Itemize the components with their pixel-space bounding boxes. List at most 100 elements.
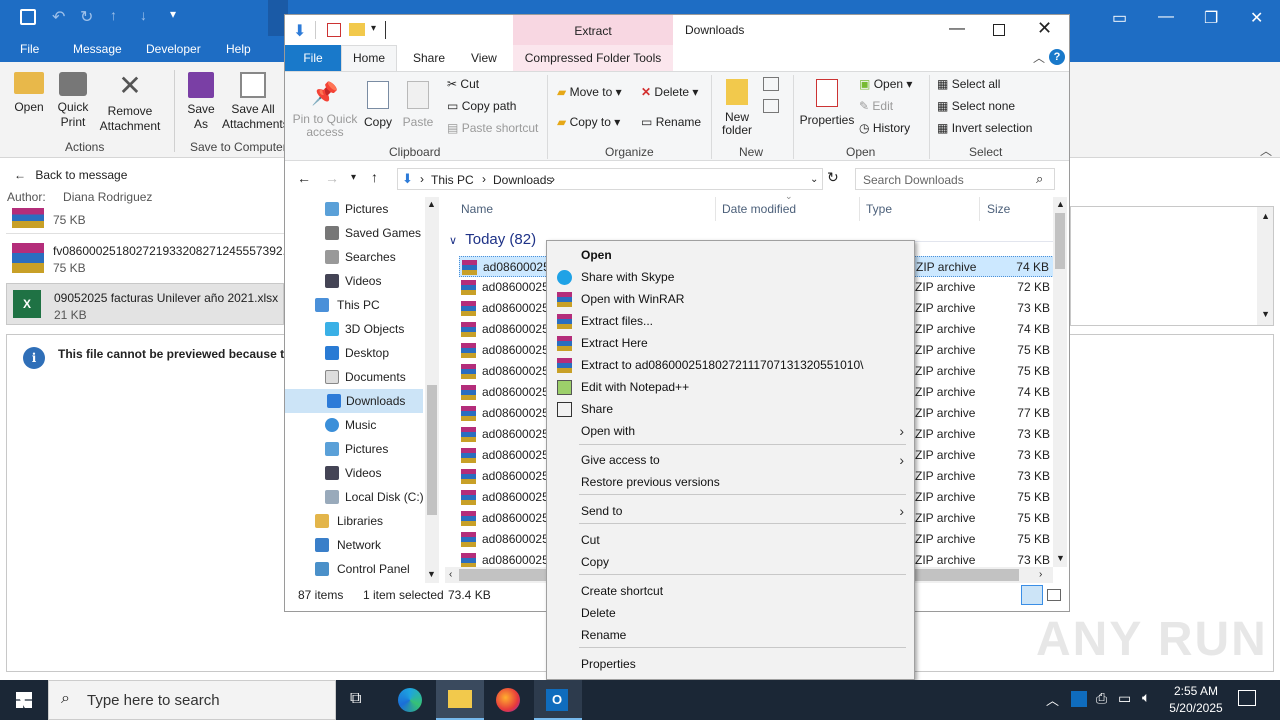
- scroll-down-icon[interactable]: ▼: [1056, 553, 1065, 563]
- nav-item[interactable]: Desktop: [325, 341, 465, 365]
- restore-icon[interactable]: ❐: [1204, 8, 1218, 28]
- nav-item[interactable]: Pictures: [325, 197, 465, 221]
- invert-selection-button[interactable]: ▦ Invert selection: [937, 121, 1032, 135]
- group-header-today[interactable]: ∨ Today (82): [449, 231, 536, 248]
- redo-icon[interactable]: ↻: [80, 7, 93, 27]
- menu-item-open[interactable]: Open: [547, 244, 914, 266]
- select-none-button[interactable]: ▦ Select none: [937, 99, 1015, 113]
- nav-item[interactable]: Music: [325, 413, 465, 437]
- ribbon-display-icon[interactable]: ▭: [1112, 8, 1127, 28]
- scroll-thumb[interactable]: [1055, 213, 1065, 269]
- easy-access-icon[interactable]: [763, 99, 779, 113]
- column-divider[interactable]: [715, 197, 716, 221]
- properties-icon[interactable]: [327, 23, 341, 37]
- chevron-up-icon[interactable]: ︿: [1046, 690, 1059, 709]
- file-list-scrollbar[interactable]: ▲ ▼: [1053, 197, 1067, 567]
- column-type[interactable]: Type: [866, 202, 892, 216]
- scroll-down-icon[interactable]: ▼: [1261, 309, 1270, 319]
- task-view-icon[interactable]: ⧉: [350, 690, 361, 708]
- tab-share[interactable]: Share: [413, 51, 445, 65]
- quick-print-button[interactable]: Quick Print: [52, 72, 94, 130]
- open-button[interactable]: ▣ Open ▾: [859, 77, 912, 91]
- menu-item-properties[interactable]: Properties: [547, 653, 914, 675]
- network-icon[interactable]: ▭: [1118, 690, 1131, 707]
- nav-item[interactable]: Searches: [325, 245, 465, 269]
- menu-item-send-to[interactable]: Send to ›: [547, 500, 914, 522]
- scroll-right-icon[interactable]: ›: [1039, 569, 1042, 580]
- menu-item-extract-files[interactable]: Extract files...: [547, 310, 914, 332]
- column-divider[interactable]: [979, 197, 980, 221]
- menu-item-delete[interactable]: Delete: [547, 602, 914, 624]
- breadcrumb-this-pc[interactable]: This PC: [431, 173, 474, 187]
- outlook-taskbar-button[interactable]: O: [534, 680, 582, 720]
- file-explorer-taskbar-button[interactable]: [436, 680, 484, 720]
- attachment-item[interactable]: 75 KB: [6, 206, 284, 234]
- remove-attachment-button[interactable]: ✕ Remove Attachment: [96, 72, 164, 134]
- recent-locations-icon[interactable]: ▾: [351, 172, 356, 183]
- new-item-icon[interactable]: [763, 77, 779, 91]
- column-size[interactable]: Size: [987, 202, 1010, 216]
- history-button[interactable]: ◷ History: [859, 121, 910, 135]
- down-arrow-icon[interactable]: ↓: [140, 7, 147, 23]
- new-folder-button[interactable]: New folder: [719, 79, 755, 137]
- open-attachment-button[interactable]: Open: [8, 72, 50, 115]
- nav-item[interactable]: Local Disk (C:): [325, 485, 465, 509]
- volume-icon[interactable]: 🔈︎: [1142, 689, 1150, 706]
- up-arrow-icon[interactable]: ↑: [110, 7, 117, 23]
- clock-date[interactable]: 5/20/2025: [1162, 701, 1230, 715]
- clock-time[interactable]: 2:55 AM: [1162, 684, 1230, 698]
- menu-item-edit-with-notepad[interactable]: Edit with Notepad++: [547, 376, 914, 398]
- rename-button[interactable]: ▭ Rename: [641, 115, 701, 129]
- breadcrumb-downloads[interactable]: Downloads: [493, 173, 552, 187]
- search-box[interactable]: Search Downloads ⌕: [855, 168, 1055, 190]
- large-icons-view-icon[interactable]: [1047, 589, 1061, 601]
- nav-item-selected[interactable]: Downloads: [285, 389, 423, 413]
- menu-item-open-with[interactable]: Open with ›: [547, 420, 914, 442]
- firefox-icon[interactable]: [496, 688, 520, 712]
- address-bar[interactable]: ⬇ › This PC › Downloads › ⌄: [397, 168, 823, 190]
- scroll-thumb[interactable]: [427, 385, 437, 515]
- nav-item[interactable]: Documents: [325, 365, 465, 389]
- tab-help[interactable]: Help: [226, 42, 251, 56]
- new-folder-icon[interactable]: [349, 23, 365, 36]
- minimize-icon[interactable]: —: [949, 20, 965, 38]
- edit-button[interactable]: ✎ Edit: [859, 99, 893, 113]
- copy-to-button[interactable]: ▰ Copy to ▾: [557, 115, 620, 129]
- properties-button[interactable]: Properties: [799, 79, 855, 127]
- nav-item[interactable]: Videos: [325, 269, 465, 293]
- device-icon[interactable]: ⎙: [1096, 690, 1107, 707]
- tab-developer[interactable]: Developer: [146, 42, 201, 56]
- paste-button[interactable]: Paste: [401, 81, 435, 129]
- forward-icon[interactable]: →: [325, 170, 339, 186]
- attachment-item-selected[interactable]: X 09052025 facturas Unilever año 2021.xl…: [6, 283, 284, 325]
- column-divider[interactable]: [859, 197, 860, 221]
- paste-shortcut-button[interactable]: ▤ Paste shortcut: [447, 121, 538, 135]
- tab-view[interactable]: View: [471, 51, 497, 65]
- scroll-down-icon[interactable]: ▼: [427, 569, 436, 579]
- notifications-icon[interactable]: [1238, 690, 1256, 706]
- nav-item[interactable]: Pictures: [325, 437, 465, 461]
- menu-item-share[interactable]: Share: [547, 398, 914, 420]
- menu-item-share-with-skype[interactable]: Share with Skype: [547, 266, 914, 288]
- undo-icon[interactable]: ↶: [52, 7, 65, 27]
- close-icon[interactable]: ✕: [1250, 8, 1263, 28]
- save-icon[interactable]: [20, 9, 36, 25]
- tab-home[interactable]: Home: [341, 45, 397, 72]
- chevron-up-icon[interactable]: ︿: [1033, 49, 1045, 66]
- menu-item-copy[interactable]: Copy: [547, 551, 914, 573]
- menu-item-extract-here[interactable]: Extract Here: [547, 332, 914, 354]
- menu-item-restore-previous-versions[interactable]: Restore previous versions: [547, 471, 914, 493]
- minimize-icon[interactable]: —: [1158, 8, 1174, 26]
- nav-item[interactable]: Saved Games: [325, 221, 465, 245]
- scrollbar[interactable]: [1257, 207, 1273, 325]
- help-icon[interactable]: ?: [1049, 49, 1065, 65]
- scroll-up-icon[interactable]: ▲: [1056, 199, 1065, 209]
- down-arrow-icon[interactable]: ⬇: [293, 21, 306, 41]
- menu-item-open-with-winrar[interactable]: Open with WinRAR: [547, 288, 914, 310]
- scroll-up-icon[interactable]: ▲: [427, 199, 436, 209]
- chevron-down-icon[interactable]: ▾: [371, 23, 376, 34]
- scroll-left-icon[interactable]: ‹: [449, 569, 452, 580]
- outlook-tray-icon[interactable]: [1071, 691, 1087, 707]
- scroll-up-icon[interactable]: ▲: [1261, 211, 1270, 221]
- save-as-button[interactable]: Save As: [182, 72, 220, 132]
